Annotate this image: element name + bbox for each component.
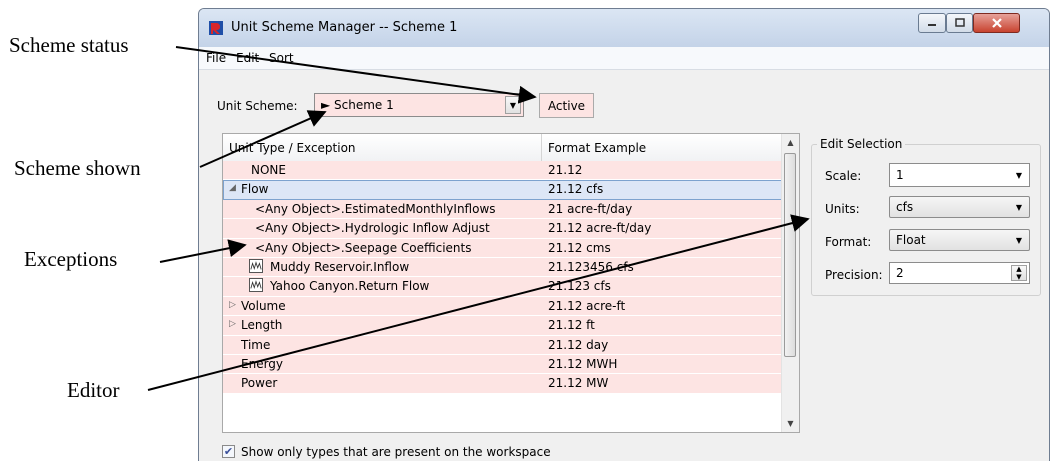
exceptions-arrow bbox=[159, 239, 247, 263]
callout-scheme-status: Scheme status bbox=[9, 33, 129, 57]
callout-scheme-shown: Scheme shown bbox=[14, 156, 141, 180]
scheme-shown-arrow bbox=[199, 110, 327, 168]
callout-arrows bbox=[147, 46, 810, 391]
callout-exceptions: Exceptions bbox=[24, 247, 118, 271]
scheme-status-arrow bbox=[175, 46, 537, 104]
callout-editor: Editor bbox=[67, 378, 120, 402]
editor-arrow bbox=[147, 214, 810, 391]
